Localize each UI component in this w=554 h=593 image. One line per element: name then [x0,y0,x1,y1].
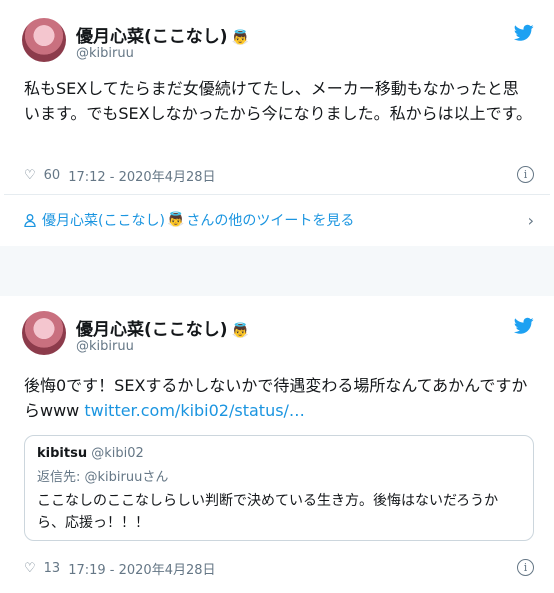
user-icon [24,213,36,227]
like-count: 60 [43,168,61,183]
display-name[interactable]: 優月心菜(ここなし) 👼 [76,22,249,47]
avatar[interactable] [22,311,66,355]
angel-emoji-icon: 👼 [231,323,249,339]
heart-icon[interactable]: ♡ [24,168,36,183]
info-icon[interactable]: i [517,166,534,183]
timestamp[interactable]: 17:19 - 2020年4月28日 [68,559,215,578]
divider [4,194,550,195]
tweet-card-1: 優月心菜(ここなし) 👼 @kibiruu 私もSEXしてたらまだ女優続けてたし、… [4,4,550,244]
quoted-tweet[interactable]: kibitsu @kibi02 返信先: @kibiruuさん ここなしのここな… [24,435,534,541]
chevron-right-icon: › [527,210,534,230]
card-separator [0,246,554,296]
tweet-text: 後悔0です！SEXするかしないかで待遇変わる場所なんてあかんですからwww tw… [24,376,528,420]
tweet-meta: ♡ 60 17:12 - 2020年4月28日 [24,166,216,185]
timestamp[interactable]: 17:12 - 2020年4月28日 [68,166,215,185]
tweet-card-2: 優月心菜(ここなし) 👼 @kibiruu 後悔0です！SEXするかしないかで待遇… [4,297,550,589]
angel-emoji-icon: 👼 [166,212,185,228]
tweet-text: 私もSEXしてたらまだ女優続けてたし、メーカー移動もなかったと思います。でもSE… [24,79,533,123]
user-handle[interactable]: @kibiruu [76,46,134,61]
heart-icon[interactable]: ♡ [24,561,36,576]
quote-reply-to: 返信先: @kibiruuさん [37,470,169,485]
twitter-bird-icon[interactable] [514,317,534,335]
tweet-meta: ♡ 13 17:19 - 2020年4月28日 [24,559,216,578]
display-name[interactable]: 優月心菜(ここなし) 👼 [76,315,249,340]
avatar[interactable] [22,18,66,62]
quote-text: ここなしのここなしらしい判断で決めている生き方。後悔はないだろうから、応援っ！！… [37,493,499,531]
info-icon[interactable]: i [517,559,534,576]
quote-author: kibitsu @kibi02 [37,446,144,461]
like-count: 13 [43,561,61,576]
user-handle[interactable]: @kibiruu [76,339,134,354]
twitter-bird-icon[interactable] [514,24,534,42]
angel-emoji-icon: 👼 [231,30,249,46]
tweet-link[interactable]: twitter.com/kibi02/status/… [84,401,305,420]
more-tweets-link[interactable]: 優月心菜(ここなし) 👼 さんの他のツイートを見る › [24,210,534,230]
